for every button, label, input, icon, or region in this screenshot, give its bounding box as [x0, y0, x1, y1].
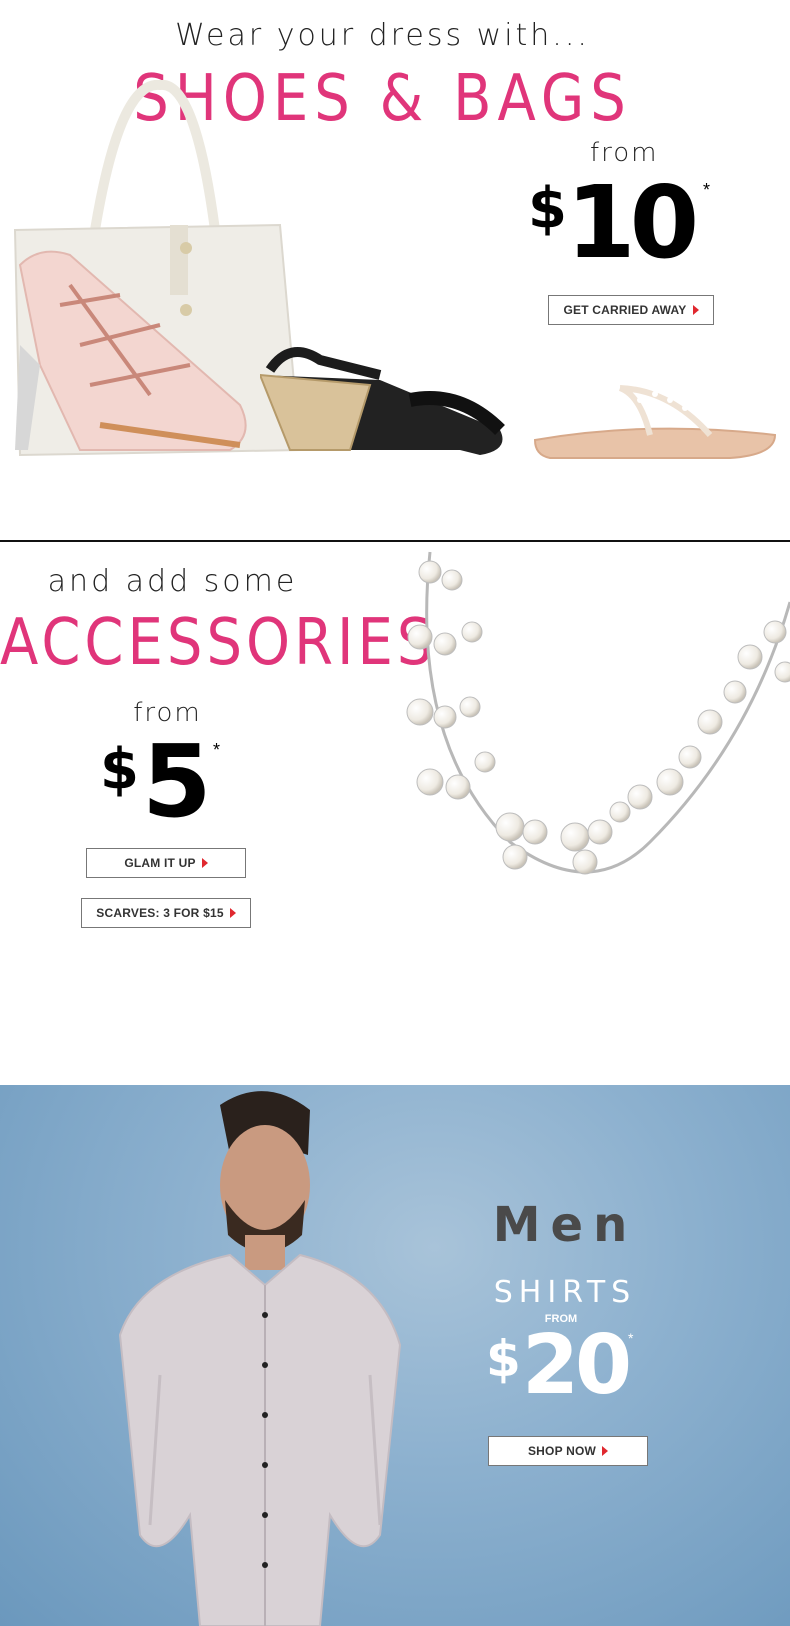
accessories-intro-text: and add some — [47, 564, 298, 599]
scarves-button[interactable]: SCARVES: 3 FOR $15 — [81, 898, 251, 928]
arrow-right-icon — [229, 908, 236, 918]
shoes-bags-banner[interactable]: Wear your dress with... SHOES & BAGS fro… — [0, 0, 790, 540]
accessories-headline: ACCESSORIES — [0, 605, 437, 680]
black-wedge-image — [260, 347, 505, 455]
pink-heel-image — [15, 250, 247, 451]
men-shirts-banner[interactable]: Men SHIRTS FROM $ 20 * SHOP NOW — [0, 1085, 790, 1626]
shoes-price-value: 10 — [566, 164, 699, 281]
get-carried-away-button[interactable]: GET CARRIED AWAY — [548, 295, 714, 325]
accessories-asterisk: * — [213, 740, 221, 760]
shoes-price-symbol: $ — [528, 176, 567, 241]
arrow-right-icon — [201, 858, 208, 868]
accessories-price-symbol: $ — [100, 737, 139, 802]
pearl-necklace-image — [406, 551, 790, 875]
shoes-asterisk: * — [703, 180, 711, 200]
arrow-right-icon — [602, 1446, 609, 1456]
male-model-image — [118, 1091, 402, 1626]
scarves-label: SCARVES: 3 FOR $15 — [96, 906, 224, 920]
accessories-price-value: 5 — [142, 723, 212, 840]
glam-it-up-label: GLAM IT UP — [124, 856, 196, 870]
shop-now-label: SHOP NOW — [527, 1444, 597, 1458]
men-price-value: 20 — [522, 1318, 632, 1413]
shoes-intro-text: Wear your dress with... — [175, 18, 590, 53]
glam-it-up-button[interactable]: GLAM IT UP — [86, 848, 246, 878]
shop-now-button[interactable]: SHOP NOW — [488, 1436, 648, 1466]
arrow-right-icon — [692, 305, 699, 315]
men-price-symbol: $ — [486, 1330, 521, 1388]
men-asterisk: * — [628, 1330, 634, 1346]
get-carried-away-label: GET CARRIED AWAY — [563, 303, 687, 317]
men-headline: Men — [492, 1197, 638, 1253]
men-subhead: SHIRTS — [493, 1275, 637, 1310]
accessories-banner[interactable]: and add some ACCESSORIES from $ 5 * GLAM… — [0, 542, 790, 1085]
flat-sandal-image — [533, 385, 777, 459]
